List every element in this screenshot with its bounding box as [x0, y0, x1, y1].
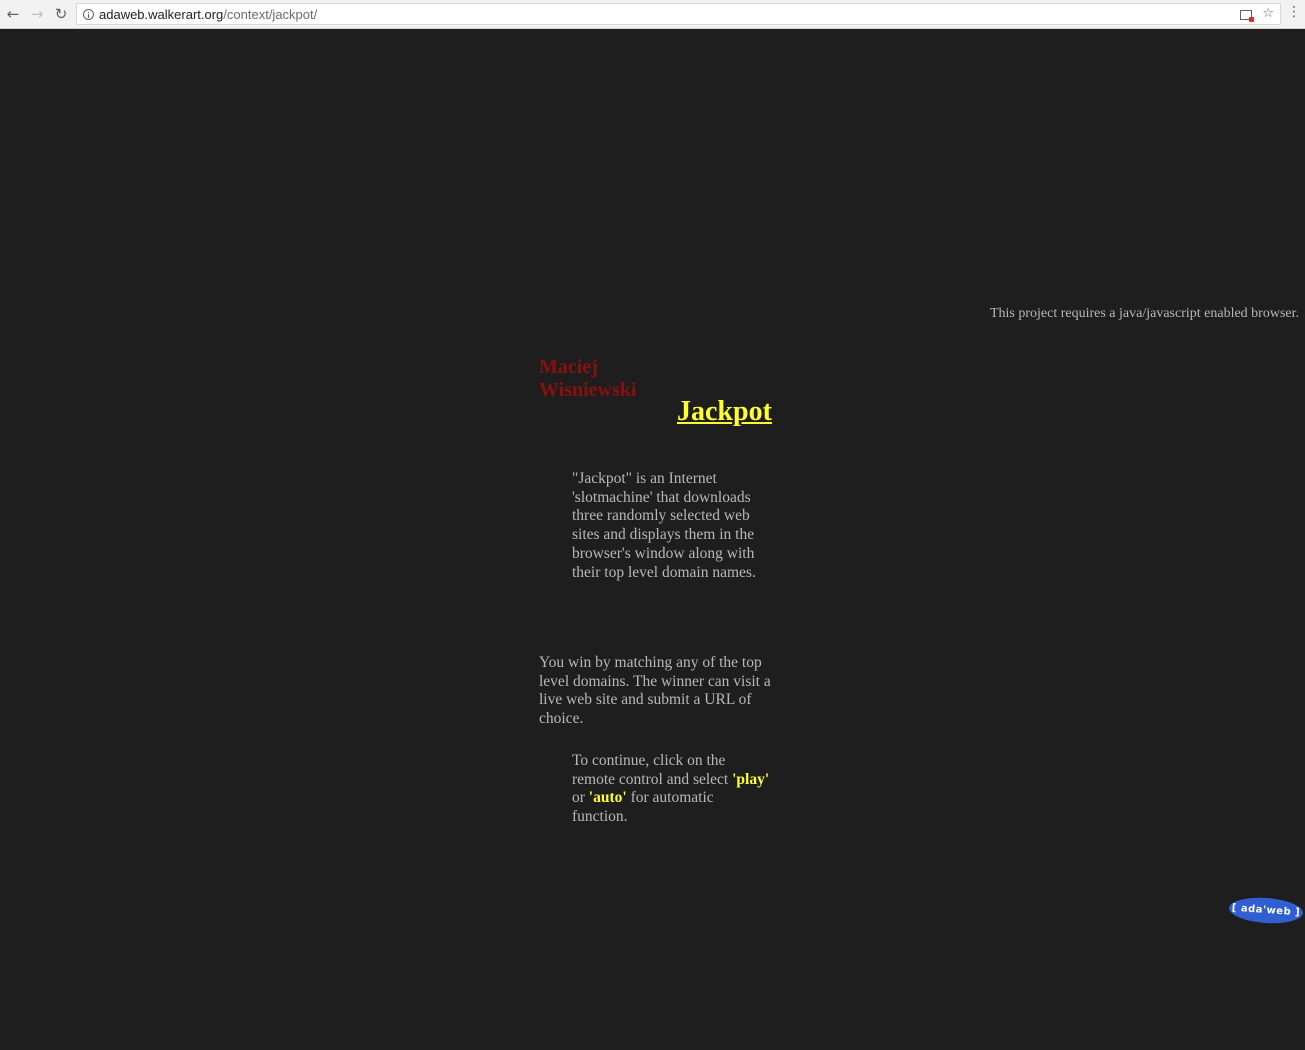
- url-host: adaweb.walkerart.org: [99, 6, 224, 22]
- reload-icon[interactable]: ↻: [51, 4, 71, 24]
- author-name: Maciej Wisniewski: [539, 356, 649, 402]
- popup-blocked-icon[interactable]: [1240, 9, 1255, 22]
- play-label: 'play': [732, 770, 770, 788]
- author-first-name: Maciej: [539, 356, 598, 378]
- continue-prefix: To continue, click on the remote control…: [572, 752, 733, 788]
- browser-requirement-notice: This project requires a java/javascript …: [989, 306, 1299, 321]
- address-bar[interactable]: adaweb.walkerart.org/context/jackpot/ ☆: [76, 3, 1281, 25]
- rules-text: You win by matching any of the top level…: [539, 654, 771, 728]
- author-last-name: Wisniewski: [539, 379, 637, 401]
- url-path: /context/jackpot/: [223, 6, 318, 22]
- kebab-menu-icon[interactable]: ⋮: [1287, 4, 1301, 24]
- adaweb-logo-link[interactable]: [ ada'web ]: [1228, 895, 1304, 926]
- back-arrow-icon[interactable]: ←: [3, 4, 23, 24]
- continue-mid: or: [572, 789, 589, 807]
- auto-label: 'auto': [588, 789, 627, 807]
- forward-arrow-icon[interactable]: →: [27, 4, 47, 24]
- jackpot-title-link[interactable]: Jackpot: [677, 396, 772, 428]
- continue-instructions: To continue, click on the remote control…: [572, 752, 772, 827]
- project-description: "Jackpot" is an Internet 'slotmachine' t…: [572, 470, 756, 581]
- star-icon[interactable]: ☆: [1262, 6, 1274, 21]
- browser-toolbar: ← → ↻ adaweb.walkerart.org/context/jackp…: [0, 0, 1305, 29]
- info-icon[interactable]: [83, 8, 94, 20]
